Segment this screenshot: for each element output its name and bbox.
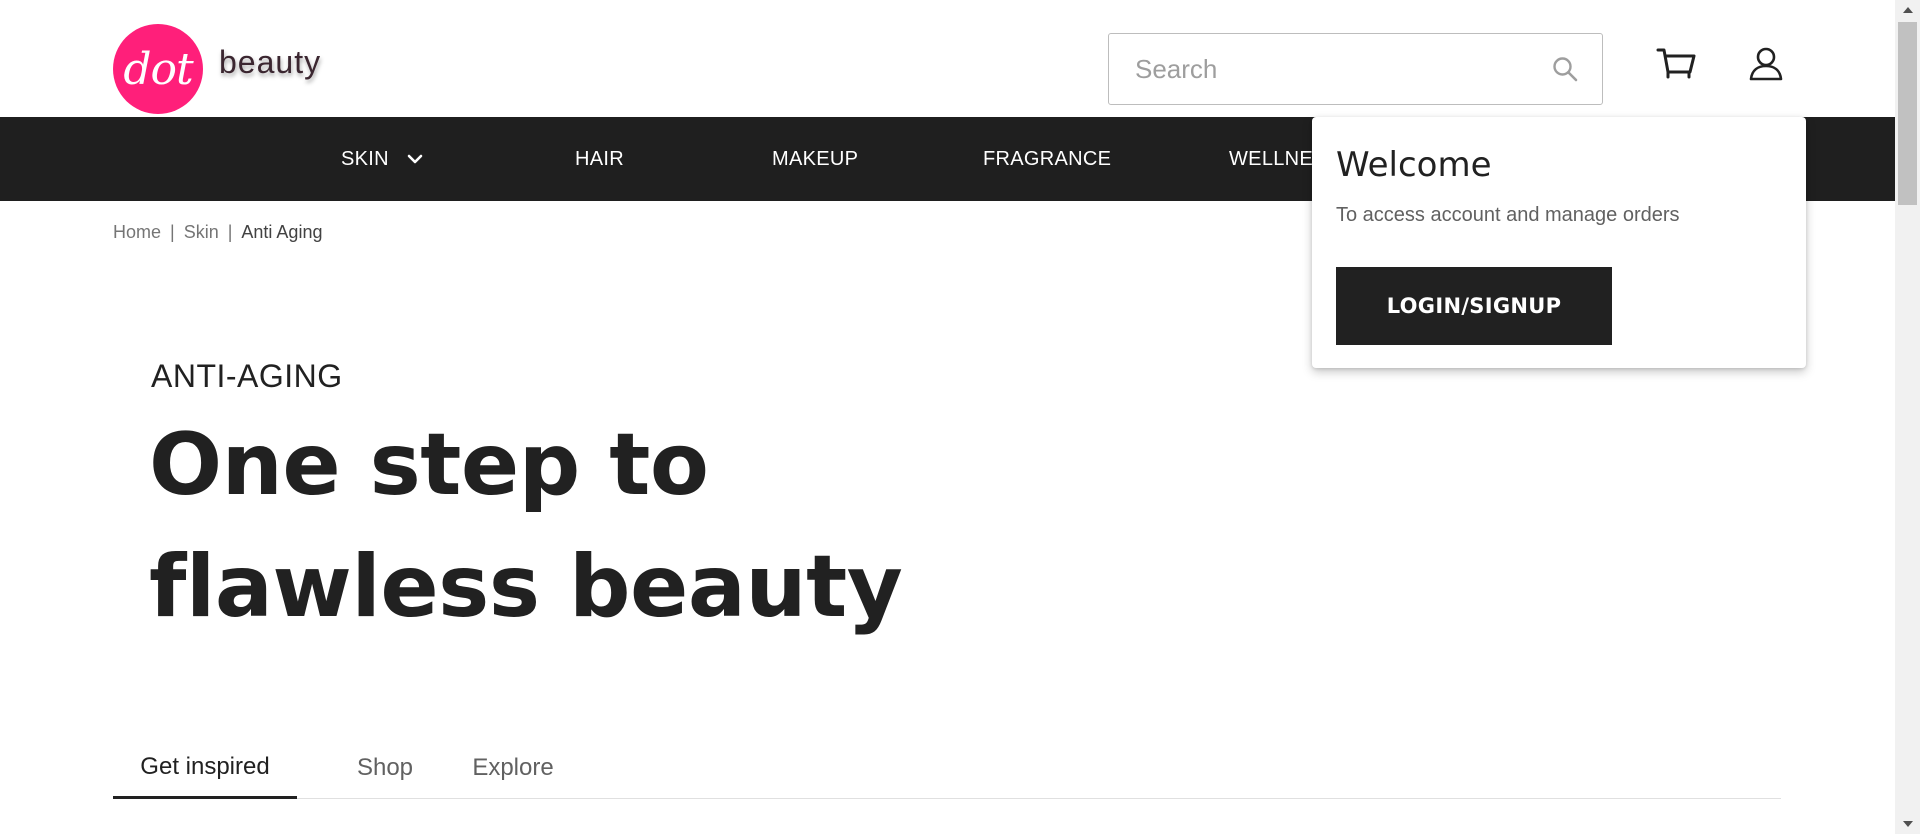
nav-item-label: SKIN <box>341 147 389 170</box>
breadcrumb-skin[interactable]: Skin <box>184 222 219 243</box>
search-input[interactable] <box>1133 52 1550 86</box>
page-scrollbar[interactable] <box>1895 0 1920 834</box>
scroll-up-icon[interactable] <box>1895 0 1920 20</box>
brand-logo[interactable]: dot <box>113 24 203 114</box>
site-header: dot beauty <box>0 0 1895 117</box>
chevron-down-icon <box>407 154 423 164</box>
scroll-down-icon[interactable] <box>1895 814 1920 834</box>
brand-name[interactable]: beauty <box>219 44 321 81</box>
cart-icon[interactable] <box>1656 46 1698 82</box>
page-headline: One step to flawless beauty <box>149 415 903 637</box>
nav-item-hair[interactable]: HAIR <box>575 117 624 201</box>
popover-title: Welcome <box>1336 145 1492 185</box>
content-tabs: Get inspired Shop Explore <box>113 737 1781 799</box>
tab-explore[interactable]: Explore <box>453 737 573 799</box>
nav-item-label: WELLNE <box>1229 147 1314 170</box>
tab-get-inspired[interactable]: Get inspired <box>113 737 297 799</box>
nav-item-wellness[interactable]: WELLNE <box>1229 117 1313 201</box>
nav-item-label: FRAGRANCE <box>983 147 1112 170</box>
search-box <box>1108 33 1603 105</box>
scrollbar-thumb[interactable] <box>1898 22 1917 205</box>
logo-text: dot <box>123 43 193 95</box>
category-eyebrow: ANTI-AGING <box>151 358 343 394</box>
nav-item-label: MAKEUP <box>772 147 859 170</box>
breadcrumb-current: Anti Aging <box>241 222 323 242</box>
breadcrumb-home[interactable]: Home <box>113 222 161 243</box>
user-icon[interactable] <box>1748 46 1784 82</box>
breadcrumb: Home | Skin | Anti Aging <box>113 222 322 243</box>
login-signup-button[interactable]: LOGIN/SIGNUP <box>1336 267 1612 345</box>
nav-item-makeup[interactable]: MAKEUP <box>772 117 858 201</box>
breadcrumb-separator: | <box>227 222 233 242</box>
tab-shop[interactable]: Shop <box>335 737 435 799</box>
nav-item-fragrance[interactable]: FRAGRANCE <box>983 117 1111 201</box>
nav-item-label: HAIR <box>575 147 624 170</box>
search-icon[interactable] <box>1550 54 1580 84</box>
popover-subtitle: To access account and manage orders <box>1336 204 1680 226</box>
breadcrumb-separator: | <box>170 222 175 242</box>
nav-item-skin[interactable]: SKIN <box>341 117 423 201</box>
account-popover: Welcome To access account and manage ord… <box>1312 117 1806 368</box>
